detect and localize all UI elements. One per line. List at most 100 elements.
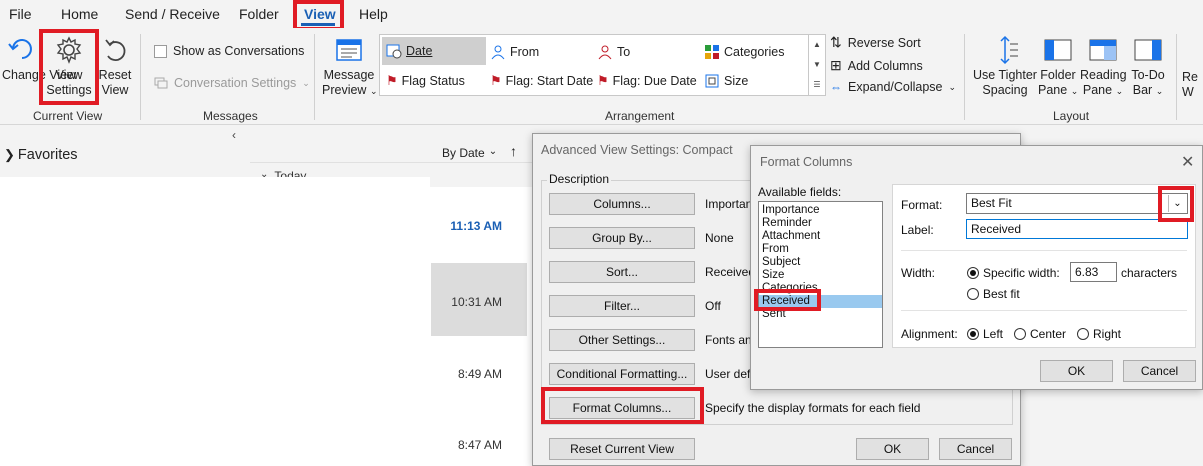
reading-pane-button[interactable]: Reading Pane ⌄ — [1080, 34, 1127, 99]
scroll-up-icon[interactable]: ▲ — [809, 35, 825, 55]
reverse-sort-icon: ⇅ — [830, 34, 842, 50]
arrangement-gallery: Date From To Categories ⚑ Flag Status ⚑ … — [379, 34, 826, 96]
filter-button[interactable]: Filter... — [549, 295, 695, 317]
arrange-size-label: Size — [724, 74, 749, 88]
message-preview-button[interactable]: Message Preview ⌄ — [322, 34, 378, 99]
field-item[interactable]: Reminder — [759, 217, 882, 230]
message-preview-icon — [336, 39, 362, 61]
label-input[interactable]: Received — [966, 219, 1188, 239]
conversation-settings-label: Conversation Settings — [174, 76, 297, 90]
reset-view-button[interactable]: Reset View — [97, 34, 133, 98]
arrange-by-categories[interactable]: Categories — [704, 39, 784, 65]
reverse-sort-label: Reverse Sort — [847, 35, 921, 50]
collapse-pane-icon[interactable]: ‹ — [232, 128, 236, 142]
description-label: Description — [547, 172, 612, 186]
menu-view[interactable]: View — [304, 6, 336, 22]
view-settings-label-1: View — [55, 68, 83, 82]
cancel-button[interactable]: Cancel — [939, 438, 1012, 460]
message-preview-label-1: Message — [323, 68, 375, 82]
expand-collapse-button[interactable]: ⇔ Expand/Collapse ⌄ — [830, 80, 956, 94]
columns-button[interactable]: Columns... — [549, 193, 695, 215]
field-item[interactable]: From — [759, 243, 882, 256]
ok-button[interactable]: OK — [856, 438, 929, 460]
arrange-to-label: To — [617, 45, 631, 59]
folder-pane-label-2: Pane — [1038, 83, 1068, 97]
menu-home[interactable]: Home — [61, 6, 98, 22]
arrange-by-size[interactable]: Size — [704, 68, 748, 94]
todo-bar-label-2: Bar — [1132, 83, 1153, 97]
gallery-scroll[interactable]: ▲ ▼ ☰ — [808, 35, 825, 95]
menu-help[interactable]: Help — [359, 6, 388, 22]
other-settings-button[interactable]: Other Settings... — [549, 329, 695, 351]
arrange-by-flag-due[interactable]: ⚑ Flag: Due Date — [597, 68, 697, 94]
reminders-window-button[interactable]: Re W — [1182, 70, 1203, 100]
use-tighter-spacing-button[interactable]: Use Tighter Spacing — [972, 34, 1038, 98]
align-right-label: Right — [1093, 327, 1122, 341]
menu-folder[interactable]: Folder — [239, 6, 279, 22]
specific-width-radio[interactable]: Specific width: — [967, 266, 1060, 280]
align-right-radio[interactable]: Right — [1077, 327, 1121, 341]
add-columns-button[interactable]: ⊞ Add Columns — [830, 57, 923, 74]
arrange-date-label: Date — [406, 44, 433, 58]
favorites-header[interactable]: ❯ Favorites — [4, 147, 78, 163]
sort-by-date-button[interactable]: By Date ⌄ — [442, 146, 497, 160]
align-center-radio[interactable]: Center — [1014, 327, 1066, 341]
field-item[interactable]: Categories — [759, 282, 882, 295]
sort-description: Received — [705, 265, 756, 279]
field-item[interactable]: Sent — [759, 308, 882, 321]
view-settings-button[interactable]: View Settings — [45, 34, 93, 98]
best-fit-radio[interactable]: Best fit — [967, 287, 1020, 301]
person-to-icon — [598, 45, 612, 60]
arrange-by-date[interactable]: Date — [382, 37, 486, 65]
field-item[interactable]: Size — [759, 269, 882, 282]
field-item[interactable]: Attachment — [759, 230, 882, 243]
checkbox-icon — [154, 44, 167, 58]
arrange-by-to[interactable]: To — [597, 39, 630, 65]
field-item[interactable]: Subject — [759, 256, 882, 269]
ok-button[interactable]: OK — [1040, 360, 1113, 382]
scroll-down-icon[interactable]: ▼ — [809, 55, 825, 75]
label-label: Label: — [901, 223, 934, 237]
sort-by-label: By Date — [442, 146, 485, 160]
message-time: 8:47 AM — [457, 438, 502, 452]
group-by-button[interactable]: Group By... — [549, 227, 695, 249]
gallery-more-icon[interactable]: ☰ — [809, 75, 825, 95]
reading-pane-label-2: Pane — [1082, 83, 1113, 97]
arrange-by-flag-status[interactable]: ⚑ Flag Status — [386, 68, 465, 94]
menu-send-receive[interactable]: Send / Receive — [125, 6, 220, 22]
menu-file[interactable]: File — [9, 6, 32, 22]
show-conversations-checkbox[interactable]: Show as Conversations — [154, 44, 304, 58]
format-columns-button[interactable]: Format Columns... — [549, 397, 695, 419]
sort-button[interactable]: Sort... — [549, 261, 695, 283]
width-input[interactable]: 6.83 — [1070, 262, 1117, 282]
reading-pane-label-1: Reading — [1080, 68, 1127, 82]
reset-icon — [105, 39, 126, 61]
change-view-button[interactable]: Change View — [2, 34, 77, 83]
reset-current-view-button[interactable]: Reset Current View — [549, 438, 695, 460]
align-left-label: Left — [983, 327, 1004, 341]
format-select[interactable]: Best Fit ⌄ — [966, 193, 1188, 214]
format-columns-description: Specify the display formats for each fie… — [705, 401, 921, 415]
align-center-label: Center — [1030, 327, 1067, 341]
field-item[interactable]: Importance — [759, 204, 882, 217]
arrange-by-from[interactable]: From — [490, 39, 539, 65]
reverse-sort-button[interactable]: ⇅ Reverse Sort — [830, 34, 921, 51]
align-left-radio[interactable]: Left — [967, 327, 1003, 341]
conditional-formatting-button[interactable]: Conditional Formatting... — [549, 363, 695, 385]
categories-icon — [705, 45, 719, 59]
folder-pane-button[interactable]: Folder Pane ⌄ — [1038, 34, 1078, 99]
field-item-selected[interactable]: Received — [759, 295, 882, 308]
arrange-flag-start-label: Flag: Start Date — [505, 74, 594, 88]
chevron-down-icon[interactable]: ⌄ — [1168, 195, 1186, 212]
todo-bar-button[interactable]: To-Do Bar ⌄ — [1128, 34, 1168, 99]
change-view-label: Change View — [2, 68, 77, 82]
available-fields-list[interactable]: Importance Reminder Attachment From Subj… — [758, 201, 883, 348]
conversation-settings-button[interactable]: Conversation Settings ⌄ — [154, 76, 310, 90]
arrange-by-flag-start[interactable]: ⚑ Flag: Start Date — [490, 68, 593, 94]
arrange-from-label: From — [510, 45, 540, 59]
message-preview-label-2: Preview — [322, 83, 367, 97]
cancel-button[interactable]: Cancel — [1123, 360, 1196, 382]
reset-view-label-1: Reset — [98, 68, 132, 82]
sort-direction-arrow-icon[interactable]: ↑ — [510, 143, 517, 159]
close-icon[interactable]: ✕ — [1181, 152, 1194, 172]
